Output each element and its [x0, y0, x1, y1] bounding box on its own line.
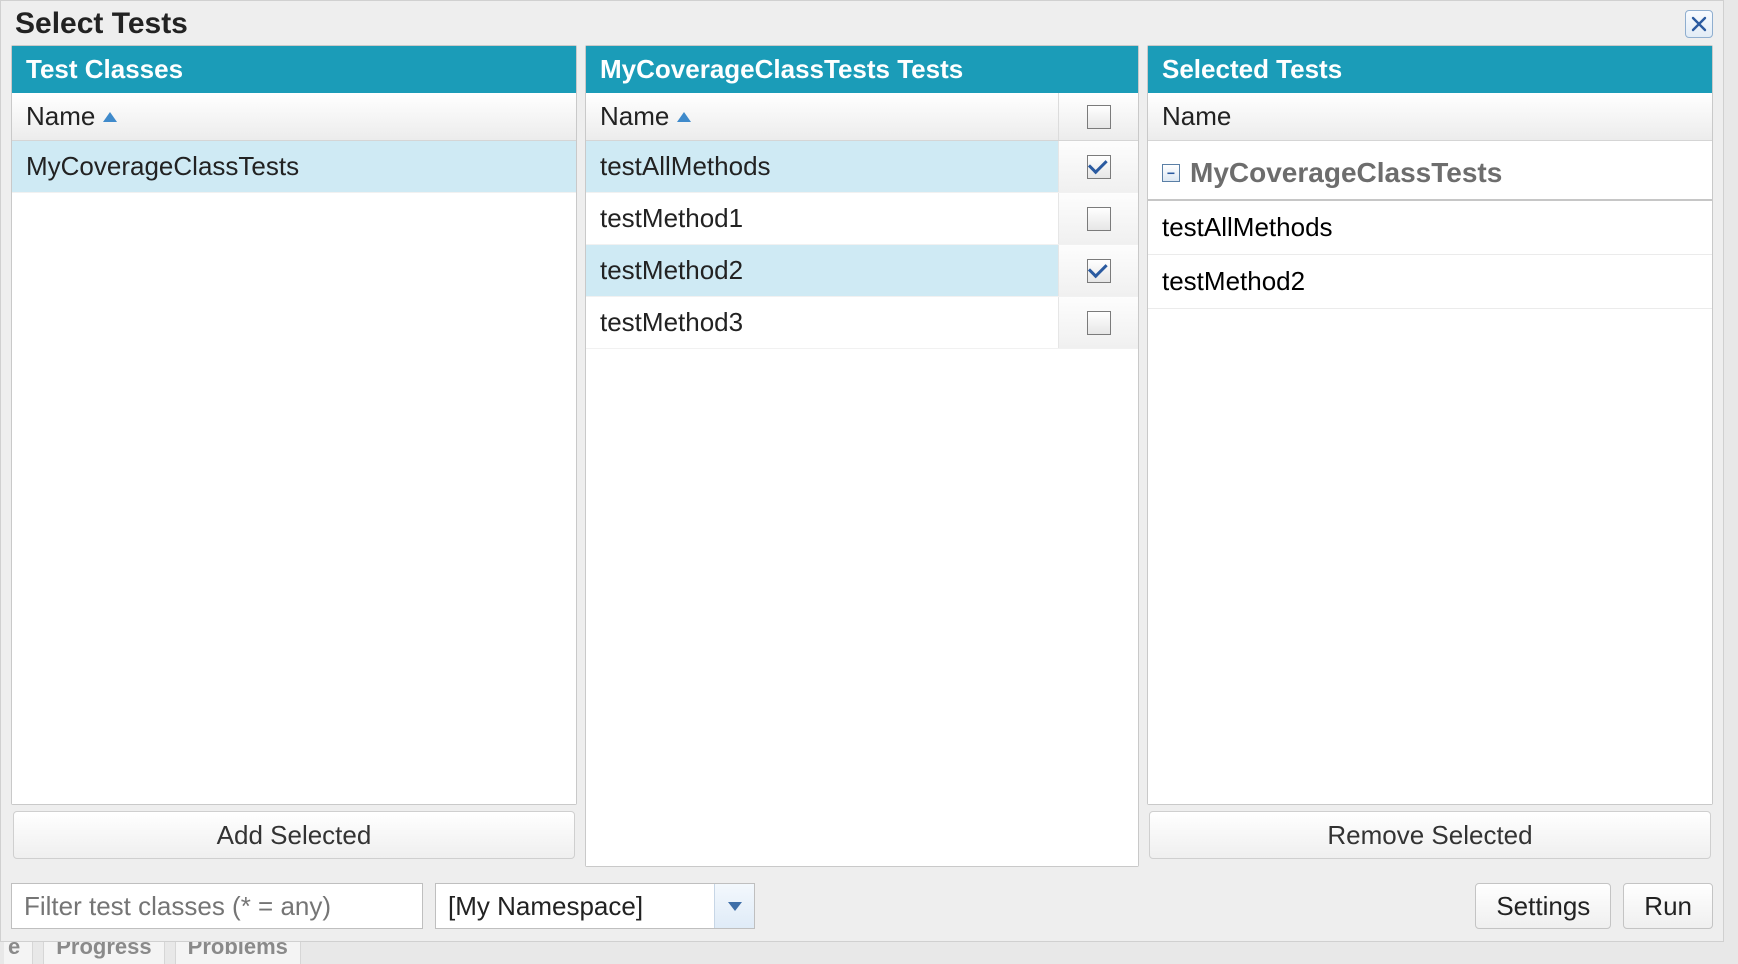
selected-tests-panel: Selected Tests Name − MyCoverageClassTes…	[1147, 45, 1713, 805]
dropdown-button[interactable]	[714, 884, 754, 928]
select-tests-dialog: Select Tests Test Classes Name MyCoverag…	[0, 0, 1724, 942]
close-button[interactable]	[1685, 10, 1713, 38]
selected-group-row: − MyCoverageClassTests	[1148, 151, 1712, 201]
tests-check-column	[1058, 93, 1138, 140]
selected-test-row[interactable]: testAllMethods	[1148, 201, 1712, 255]
panels-row: Test Classes Name MyCoverageClassTests A…	[1, 45, 1723, 867]
selected-tests-column-header[interactable]: Name	[1148, 93, 1712, 141]
tests-name-column[interactable]: Name	[586, 101, 1058, 132]
selected-test-row[interactable]: testMethod2	[1148, 255, 1712, 309]
test-class-row[interactable]: MyCoverageClassTests	[12, 141, 576, 193]
test-method-name: testMethod2	[586, 255, 1058, 286]
test-method-checkbox[interactable]	[1087, 207, 1111, 231]
test-method-check-cell	[1058, 193, 1138, 244]
sort-asc-icon	[103, 112, 117, 122]
right-column: Selected Tests Name − MyCoverageClassTes…	[1147, 45, 1713, 867]
collapse-icon[interactable]: −	[1162, 164, 1180, 182]
chevron-down-icon	[728, 902, 742, 911]
filter-input[interactable]	[11, 883, 423, 929]
namespace-value: [My Namespace]	[436, 891, 714, 922]
test-method-checkbox[interactable]	[1087, 259, 1111, 283]
column-name-label: Name	[1162, 101, 1231, 132]
selected-tests-list: − MyCoverageClassTests testAllMethodstes…	[1148, 141, 1712, 804]
test-method-check-cell	[1058, 141, 1138, 192]
sort-asc-icon	[677, 112, 691, 122]
test-class-name: MyCoverageClassTests	[12, 151, 576, 182]
dialog-titlebar: Select Tests	[1, 1, 1723, 45]
test-method-checkbox[interactable]	[1087, 155, 1111, 179]
test-method-check-cell	[1058, 297, 1138, 348]
test-classes-panel: Test Classes Name MyCoverageClassTests	[11, 45, 577, 805]
run-button[interactable]: Run	[1623, 883, 1713, 929]
test-classes-column-header[interactable]: Name	[12, 93, 576, 141]
test-method-check-cell	[1058, 245, 1138, 296]
settings-button[interactable]: Settings	[1475, 883, 1611, 929]
dialog-title: Select Tests	[15, 7, 188, 41]
add-selected-button[interactable]: Add Selected	[13, 811, 575, 859]
namespace-dropdown[interactable]: [My Namespace]	[435, 883, 755, 929]
selected-group-name: MyCoverageClassTests	[1190, 157, 1502, 189]
tests-list: testAllMethods testMethod1 testMethod2 test…	[586, 141, 1138, 866]
test-method-row[interactable]: testMethod1	[586, 193, 1138, 245]
remove-selected-button[interactable]: Remove Selected	[1149, 811, 1711, 859]
test-method-row[interactable]: testMethod3	[586, 297, 1138, 349]
tests-panel: MyCoverageClassTests Tests Name testAllM…	[585, 45, 1139, 867]
column-name-label: Name	[600, 101, 669, 132]
test-method-name: testMethod3	[586, 307, 1058, 338]
test-method-row[interactable]: testMethod2	[586, 245, 1138, 297]
tests-header: MyCoverageClassTests Tests	[586, 46, 1138, 93]
test-method-name: testMethod1	[586, 203, 1058, 234]
select-all-checkbox[interactable]	[1087, 105, 1111, 129]
left-column: Test Classes Name MyCoverageClassTests A…	[11, 45, 577, 867]
tests-column-header: Name	[586, 93, 1138, 141]
test-method-row[interactable]: testAllMethods	[586, 141, 1138, 193]
test-classes-header: Test Classes	[12, 46, 576, 93]
test-classes-list: MyCoverageClassTests	[12, 141, 576, 804]
close-icon	[1690, 15, 1708, 33]
column-name-label: Name	[26, 101, 95, 132]
test-method-checkbox[interactable]	[1087, 311, 1111, 335]
selected-tests-header: Selected Tests	[1148, 46, 1712, 93]
bottom-bar: [My Namespace] Settings Run	[11, 879, 1713, 933]
test-method-name: testAllMethods	[586, 151, 1058, 182]
